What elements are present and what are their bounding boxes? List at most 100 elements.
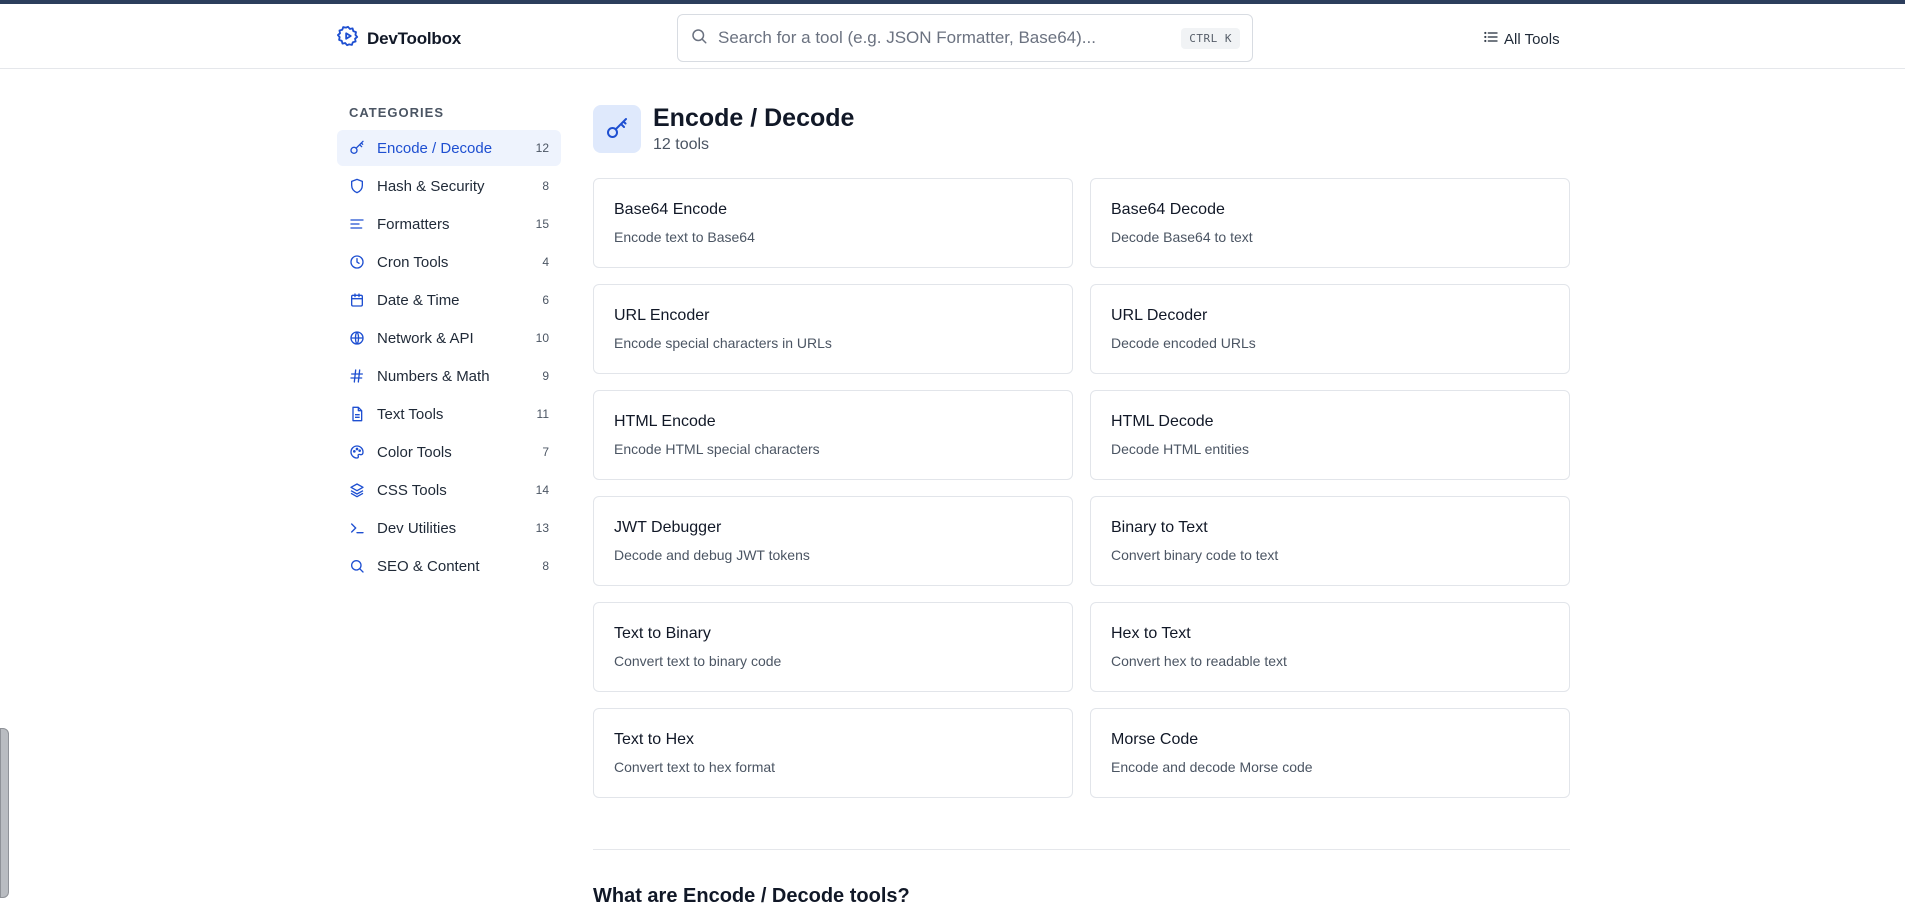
list-icon [1483,29,1499,49]
sidebar-item-network-api[interactable]: Network & API 10 [337,320,561,356]
tools-grid: Base64 Encode Encode text to Base64 Base6… [593,178,1570,798]
tool-card-description: Decode encoded URLs [1111,335,1256,351]
tool-card-base64-decode[interactable]: Base64 Decode Decode Base64 to text [1090,178,1570,268]
sidebar-item-dev-utilities[interactable]: Dev Utilities 13 [337,510,561,546]
category-header: Encode / Decode 12 tools [593,104,1570,154]
sidebar-item-color-tools[interactable]: Color Tools 7 [337,434,561,470]
file-text-icon [349,406,365,422]
sidebar-item-formatters[interactable]: Formatters 15 [337,206,561,242]
search-input[interactable] [718,28,1172,48]
sidebar-item-label: Cron Tools [377,253,449,271]
sidebar-item-seo-content[interactable]: SEO & Content 8 [337,548,561,584]
section-divider [593,849,1570,850]
all-tools-link[interactable]: All Tools [1483,29,1560,49]
categories-sidebar: CATEGORIES Encode / Decode 12 Hash & Sec… [337,105,561,586]
logo[interactable]: DevToolbox [337,25,461,52]
sidebar-item-css-tools[interactable]: CSS Tools 14 [337,472,561,508]
tool-card-morse-code[interactable]: Morse Code Encode and decode Morse code [1090,708,1570,798]
sidebar-item-count: 7 [542,445,549,459]
tool-card-description: Encode HTML special characters [614,441,820,457]
tool-card-html-decode[interactable]: HTML Decode Decode HTML entities [1090,390,1570,480]
tool-card-description: Encode and decode Morse code [1111,759,1313,775]
sidebar-item-encode-decode[interactable]: Encode / Decode 12 [337,130,561,166]
sidebar-item-label: Network & API [377,329,474,347]
tool-card-url-decoder[interactable]: URL Decoder Decode encoded URLs [1090,284,1570,374]
sidebar-item-count: 4 [542,255,549,269]
sidebar-item-count: 12 [535,141,549,155]
tool-card-binary-to-text[interactable]: Binary to Text Convert binary code to tex… [1090,496,1570,586]
layers-icon [349,482,365,498]
sidebar-item-count: 8 [542,559,549,573]
sidebar-item-count: 11 [536,407,549,421]
about-heading: What are Encode / Decode tools? [593,885,910,907]
clock-icon [349,254,365,270]
tool-card-jwt-debugger[interactable]: JWT Debugger Decode and debug JWT tokens [593,496,1073,586]
tool-card-title: HTML Encode [614,413,716,430]
sidebar-item-label: SEO & Content [377,557,480,575]
top-header: DevToolbox CTRL K All Tools [0,4,1905,69]
tool-card-title: Morse Code [1111,731,1199,748]
tool-card-title: URL Encoder [614,307,710,324]
sidebar-item-text-tools[interactable]: Text Tools 11 [337,396,561,432]
shield-icon [349,178,365,194]
tool-card-title: Binary to Text [1111,519,1208,536]
tool-card-title: Hex to Text [1111,625,1191,642]
tool-card-title: URL Decoder [1111,307,1208,324]
categories-title: CATEGORIES [349,105,444,120]
sidebar-item-label: Text Tools [377,405,444,423]
logo-text: DevToolbox [367,28,462,48]
tool-card-html-encode[interactable]: HTML Encode Encode HTML special character… [593,390,1073,480]
tool-card-description: Decode Base64 to text [1111,229,1253,245]
sidebar-item-count: 15 [535,217,549,231]
tool-card-title: Text to Hex [614,731,695,748]
sidebar-item-label: Date & Time [377,291,460,309]
sidebar-item-hash-security[interactable]: Hash & Security 8 [337,168,561,204]
tool-card-description: Decode and debug JWT tokens [614,547,810,563]
palette-icon [349,444,365,460]
sidebar-item-numbers-math[interactable]: Numbers & Math 9 [337,358,561,394]
tool-card-title: HTML Decode [1111,413,1214,430]
tool-card-title: Text to Binary [614,625,711,642]
sidebar-item-cron-tools[interactable]: Cron Tools 4 [337,244,561,280]
all-tools-label: All Tools [1504,30,1560,48]
tool-card-description: Decode HTML entities [1111,441,1249,457]
keyboard-shortcut-badge: CTRL K [1181,27,1240,49]
sidebar-item-count: 8 [542,179,549,193]
sidebar-item-date-time[interactable]: Date & Time 6 [337,282,561,318]
key-icon [349,140,365,156]
page-title: Encode / Decode [653,104,855,132]
search-bar[interactable]: CTRL K [677,14,1253,62]
search-icon [349,558,365,574]
sidebar-item-label: Encode / Decode [377,139,493,157]
tool-card-description: Encode text to Base64 [614,229,755,245]
sidebar-item-count: 10 [535,331,549,345]
sidebar-item-label: CSS Tools [377,481,447,499]
globe-icon [349,330,365,346]
sidebar-item-count: 9 [542,369,549,383]
terminal-icon [349,520,365,536]
calendar-icon [349,292,365,308]
search-icon [690,27,708,50]
tool-card-text-to-hex[interactable]: Text to Hex Convert text to hex format [593,708,1073,798]
main-content: Encode / Decode 12 tools Base64 Encode En… [593,104,1570,798]
tool-card-description: Convert hex to readable text [1111,653,1287,669]
sidebar-item-label: Formatters [377,215,450,233]
key-icon [593,105,641,153]
sidebar-item-count: 14 [535,483,549,497]
tool-card-description: Convert binary code to text [1111,547,1279,563]
tool-card-title: JWT Debugger [614,519,722,536]
sidebar-item-count: 6 [542,293,549,307]
tool-card-title: Base64 Encode [614,201,727,218]
hash-icon [349,368,365,384]
tool-card-url-encoder[interactable]: URL Encoder Encode special characters in … [593,284,1073,374]
sidebar-item-count: 13 [535,521,549,535]
tool-card-hex-to-text[interactable]: Hex to Text Convert hex to readable text [1090,602,1570,692]
sidebar-item-label: Dev Utilities [377,519,457,537]
sidebar-item-label: Numbers & Math [377,367,490,385]
tool-card-base64-encode[interactable]: Base64 Encode Encode text to Base64 [593,178,1073,268]
tool-card-text-to-binary[interactable]: Text to Binary Convert text to binary cod… [593,602,1073,692]
gear-icon [337,25,359,52]
tool-card-title: Base64 Decode [1111,201,1225,218]
tool-card-description: Convert text to binary code [614,653,782,669]
scrollbar-handle[interactable] [0,728,9,898]
